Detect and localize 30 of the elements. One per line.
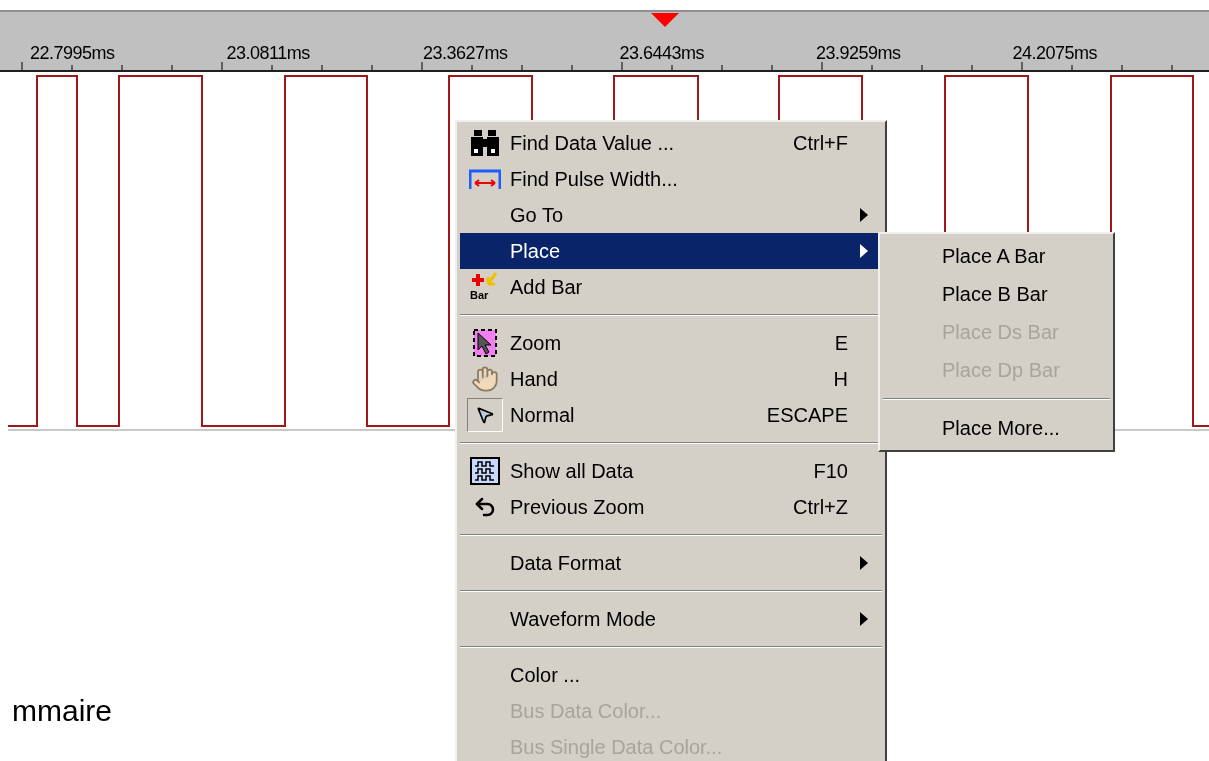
menu-item[interactable]: Zoom E — [460, 325, 882, 361]
time-label: 23.0811ms — [226, 44, 311, 62]
time-label: 24.2075ms — [1012, 44, 1099, 62]
time-label: 22.7995ms — [30, 44, 116, 62]
menu-item[interactable]: Previous Zoom Ctrl+Z — [460, 489, 882, 525]
time-label: 23.9259ms — [816, 44, 902, 62]
menu-item[interactable]: Normal ESCAPE — [460, 397, 882, 433]
menu-item[interactable]: Go To — [460, 197, 882, 233]
undo-icon — [473, 495, 497, 519]
cursor-marker — [651, 13, 679, 27]
submenu-item[interactable]: Place More... — [883, 409, 1110, 447]
waveform-icon — [470, 457, 500, 485]
pointer-icon — [475, 405, 495, 425]
menu-item[interactable]: Waveform Mode — [460, 601, 882, 637]
menu-item[interactable]: Hand H — [460, 361, 882, 397]
page-heading: mmaire — [12, 694, 112, 727]
hand-icon — [471, 365, 499, 393]
submenu-item[interactable]: Place A Bar — [883, 237, 1110, 275]
menu-item[interactable]: Find Data Value ... Ctrl+F — [460, 125, 882, 161]
menu-item[interactable]: Data Format — [460, 545, 882, 581]
time-label: 23.3627ms — [423, 44, 509, 62]
time-label: 23.6443ms — [619, 44, 706, 62]
zoom-select-icon — [472, 328, 498, 358]
binoculars-icon — [470, 129, 500, 157]
menu-item[interactable]: Find Pulse Width... — [460, 161, 882, 197]
menu-item[interactable]: Bar Add Bar — [460, 269, 882, 305]
menu-item[interactable]: Color ... — [460, 657, 882, 693]
menu-item[interactable]: Show all Data F10 — [460, 453, 882, 489]
submenu-item[interactable]: Place B Bar — [883, 275, 1110, 313]
pulse-width-icon — [469, 168, 501, 190]
